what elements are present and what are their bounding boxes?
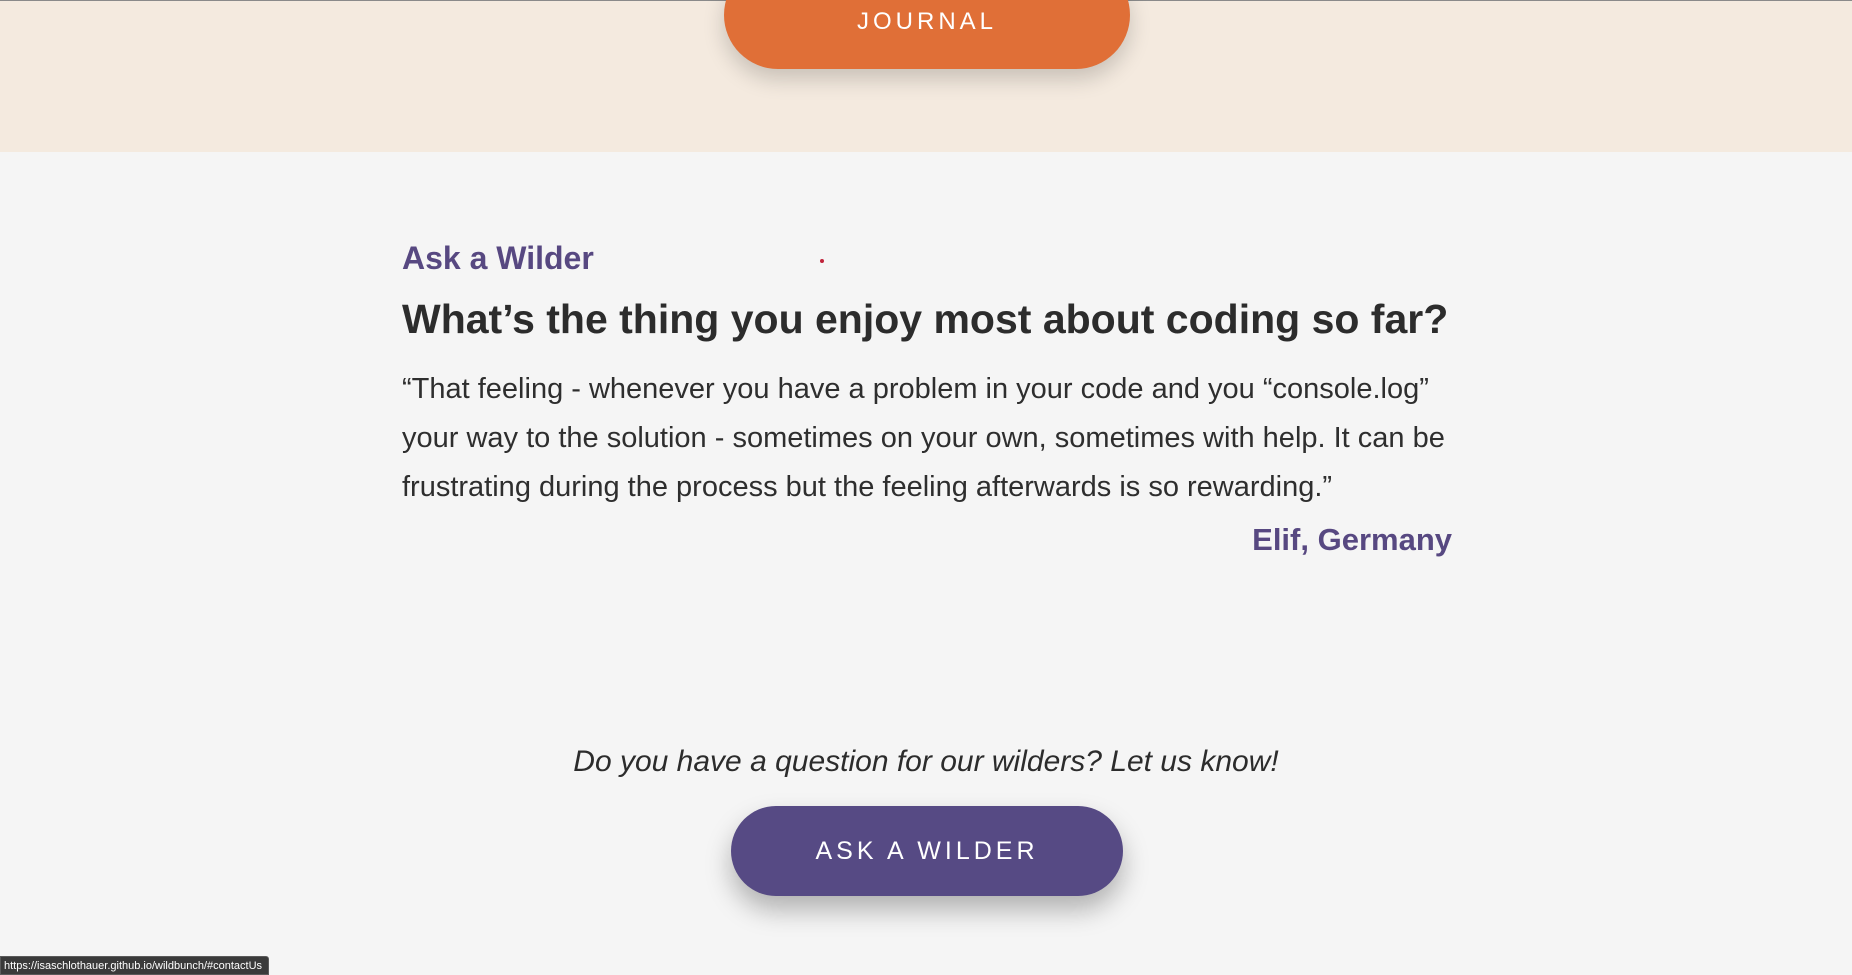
cta-prompt: Do you have a question for our wilders? … [573,745,1279,778]
section-kicker: Ask a Wilder [402,240,594,276]
journal-section: JOURNAL [0,0,1852,152]
wilder-question: What’s the thing you enjoy most about co… [402,295,1449,342]
page: JOURNAL Ask a Wilder What’s the thing yo… [0,0,1852,975]
journal-button[interactable]: JOURNAL [724,0,1130,69]
ask-a-wilder-button[interactable]: ASK A WILDER [731,806,1123,896]
wilder-answer-quote: “That feeling - whenever you have a prob… [402,372,1445,503]
ask-a-wilder-section: Ask a Wilder What’s the thing you enjoy … [402,238,1452,558]
browser-status-url: https://isaschlothauer.github.io/wildbun… [0,956,270,975]
quote-author: Elif, Germany [1252,521,1452,557]
